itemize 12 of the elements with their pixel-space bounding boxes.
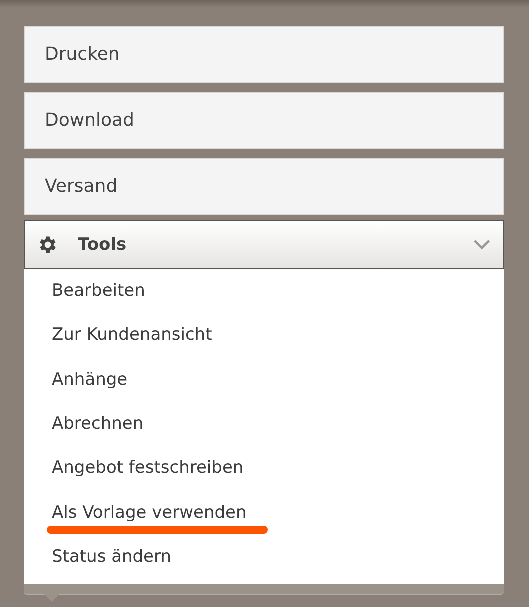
menu-item[interactable]: Anhänge <box>24 358 156 402</box>
menu-item[interactable]: Als Vorlage verwenden <box>24 490 275 535</box>
menu-item[interactable]: Zur Kundenansicht <box>24 313 240 358</box>
tools-dropdown[interactable]: Tools <box>24 220 504 269</box>
action-button[interactable]: Download <box>24 92 504 149</box>
action-button[interactable]: Drucken <box>24 26 504 83</box>
menu-item[interactable]: Angebot festschreiben <box>24 446 272 490</box>
menu-item[interactable]: Bearbeiten <box>24 269 174 314</box>
menu-item[interactable]: Status ändern <box>24 534 200 580</box>
chevron-icon <box>473 239 491 250</box>
action-button[interactable]: Versand <box>24 158 504 215</box>
menu-item[interactable]: Abrechnen <box>24 402 172 446</box>
